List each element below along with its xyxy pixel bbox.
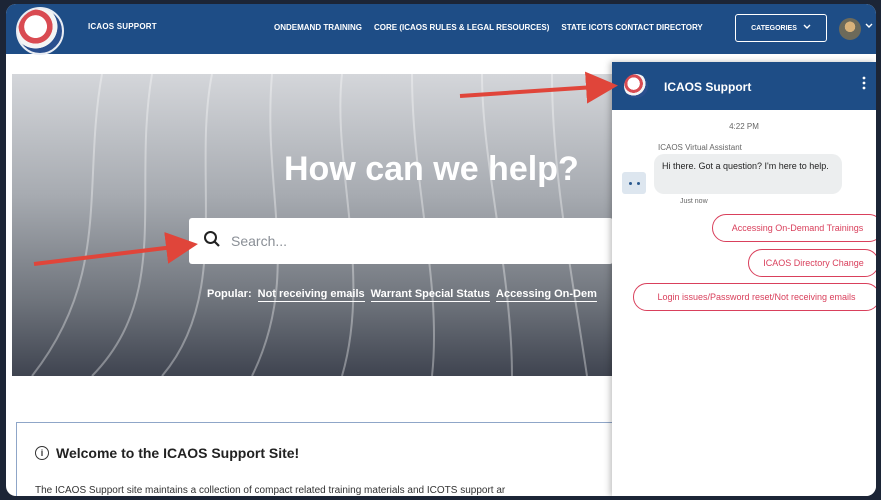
popular-label: Popular:: [207, 288, 252, 300]
bot-name: ICAOS Virtual Assistant: [658, 143, 742, 152]
chat-title: ICAOS Support: [664, 80, 752, 94]
browser-viewport: ICAOS SUPPORT ONDEMAND TRAINING CORE (IC…: [6, 4, 876, 496]
icaos-logo[interactable]: [16, 7, 64, 55]
hero-banner: How can we help? Popular: Not receiving …: [12, 74, 617, 376]
info-icon: i: [35, 446, 49, 460]
welcome-heading: i Welcome to the ICAOS Support Site!: [35, 445, 299, 461]
chip-icaos-directory-change[interactable]: ICAOS Directory Change: [748, 249, 876, 277]
chat-timestamp: 4:22 PM: [729, 122, 759, 131]
popular-link-accessing-on-demand[interactable]: Accessing On-Dem: [496, 288, 597, 302]
welcome-card: i Welcome to the ICAOS Support Site! The…: [16, 422, 636, 496]
welcome-description: The ICAOS Support site maintains a colle…: [35, 485, 506, 496]
nav-contact-directory[interactable]: STATE ICOTS CONTACT DIRECTORY: [561, 23, 702, 32]
nav-links: ONDEMAND TRAINING CORE (ICAOS RULES & LE…: [274, 23, 703, 32]
chevron-down-icon: [803, 24, 811, 32]
bot-avatar-icon: [622, 172, 646, 194]
search-input[interactable]: [231, 233, 591, 249]
categories-button[interactable]: CATEGORIES: [735, 14, 827, 42]
more-options-icon[interactable]: [862, 76, 866, 93]
hero-title: How can we help?: [284, 150, 579, 188]
popular-link-not-receiving-emails[interactable]: Not receiving emails: [257, 288, 365, 302]
chip-accessing-on-demand-trainings[interactable]: Accessing On-Demand Trainings: [712, 214, 876, 242]
message-timestamp: Just now: [680, 198, 708, 205]
chat-logo: [624, 74, 648, 98]
user-avatar[interactable]: [839, 18, 861, 40]
search-icon: [203, 230, 221, 253]
chat-widget: ICAOS Support 4:22 PM ICAOS Virtual Assi…: [612, 62, 876, 496]
search-box[interactable]: [189, 218, 613, 264]
popular-link-warrant-special-status[interactable]: Warrant Special Status: [370, 288, 491, 302]
welcome-title: Welcome to the ICAOS Support Site!: [56, 445, 300, 461]
chat-header: ICAOS Support: [612, 62, 876, 110]
bot-message: Hi there. Got a question? I'm here to he…: [654, 154, 842, 194]
site-name-link[interactable]: ICAOS SUPPORT: [88, 22, 157, 31]
popular-searches: Popular: Not receiving emails Warrant Sp…: [207, 288, 597, 302]
top-navbar: ICAOS SUPPORT ONDEMAND TRAINING CORE (IC…: [6, 4, 876, 55]
categories-label: CATEGORIES: [751, 24, 797, 32]
avatar-chevron-down-icon[interactable]: [865, 21, 873, 31]
nav-core-rules[interactable]: CORE (ICAOS RULES & LEGAL RESOURCES): [374, 23, 549, 32]
chip-login-issues[interactable]: Login issues/Password reset/Not receivin…: [633, 283, 876, 311]
nav-ondemand-training[interactable]: ONDEMAND TRAINING: [274, 23, 362, 32]
